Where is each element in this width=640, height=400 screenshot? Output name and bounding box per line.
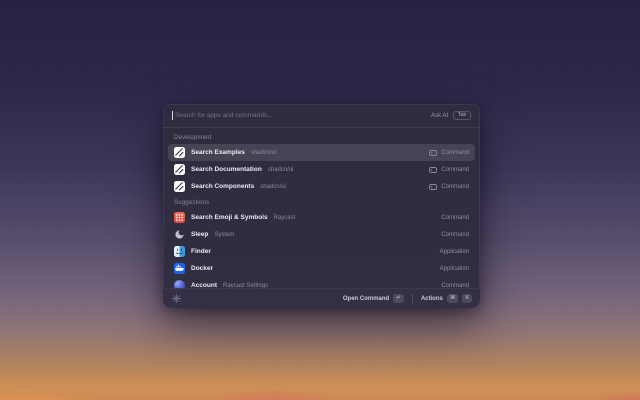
footer-bar: Open Command ↵ Actions ⌘ K (163, 288, 480, 308)
command-bar-icon (429, 150, 437, 156)
item-subtitle: System (214, 232, 234, 238)
item-title: Docker (191, 265, 213, 272)
item-type: Command (441, 184, 469, 190)
actions-button[interactable]: Actions (421, 296, 443, 302)
item-subtitle: shadcn/ui (268, 167, 294, 173)
shadcn-icon (174, 164, 185, 175)
raycast-launcher-window: Ask AI Tab Development Search Examples s… (163, 104, 480, 308)
item-type: Command (441, 150, 469, 156)
raycast-logo-icon (171, 293, 182, 304)
results-list: Development Search Examples shadcn/ui Co… (163, 128, 480, 308)
open-command-button[interactable]: Open Command (343, 296, 389, 302)
list-item-search-examples[interactable]: Search Examples shadcn/ui Command (168, 144, 475, 161)
cmd-key-badge: ⌘ (447, 294, 459, 304)
item-title: Finder (191, 248, 211, 255)
item-type: Command (441, 232, 469, 238)
list-item-finder[interactable]: Finder Application (168, 243, 475, 260)
finder-icon (174, 246, 185, 257)
command-bar-icon (429, 184, 437, 190)
item-type: Command (441, 215, 469, 221)
item-type: Application (440, 249, 469, 255)
item-subtitle: shadcn/ui (251, 150, 277, 156)
list-item-search-emoji-symbols[interactable]: Search Emoji & Symbols Raycast Command (168, 209, 475, 226)
tab-key-badge: Tab (453, 111, 471, 121)
item-title: Search Examples (191, 149, 245, 156)
search-input[interactable] (175, 112, 431, 119)
text-caret (172, 111, 173, 120)
list-item-search-components[interactable]: Search Components shadcn/ui Command (168, 178, 475, 195)
item-title: Sleep (191, 231, 208, 238)
list-item-docker[interactable]: Docker Application (168, 260, 475, 277)
moon-icon (174, 229, 185, 240)
item-subtitle: Raycast (274, 215, 296, 221)
search-bar: Ask AI Tab (163, 104, 480, 128)
item-subtitle: shadcn/ui (260, 184, 286, 190)
shadcn-icon (174, 147, 185, 158)
ask-ai-label[interactable]: Ask AI (431, 113, 448, 119)
footer-divider (412, 294, 413, 303)
enter-key-badge: ↵ (393, 294, 404, 304)
k-key-badge: K (462, 294, 472, 304)
command-bar-icon (429, 167, 437, 173)
section-header-development: Development (168, 130, 475, 144)
item-type: Application (440, 266, 469, 272)
docker-whale-icon (174, 263, 185, 274)
item-title: Search Documentation (191, 166, 262, 173)
item-type: Command (441, 167, 469, 173)
shadcn-icon (174, 181, 185, 192)
emoji-grid-icon (174, 212, 185, 223)
item-title: Search Emoji & Symbols (191, 214, 268, 221)
item-title: Search Components (191, 183, 254, 190)
section-header-suggestions: Suggestions (168, 195, 475, 209)
list-item-sleep[interactable]: Sleep System Command (168, 226, 475, 243)
list-item-search-documentation[interactable]: Search Documentation shadcn/ui Command (168, 161, 475, 178)
